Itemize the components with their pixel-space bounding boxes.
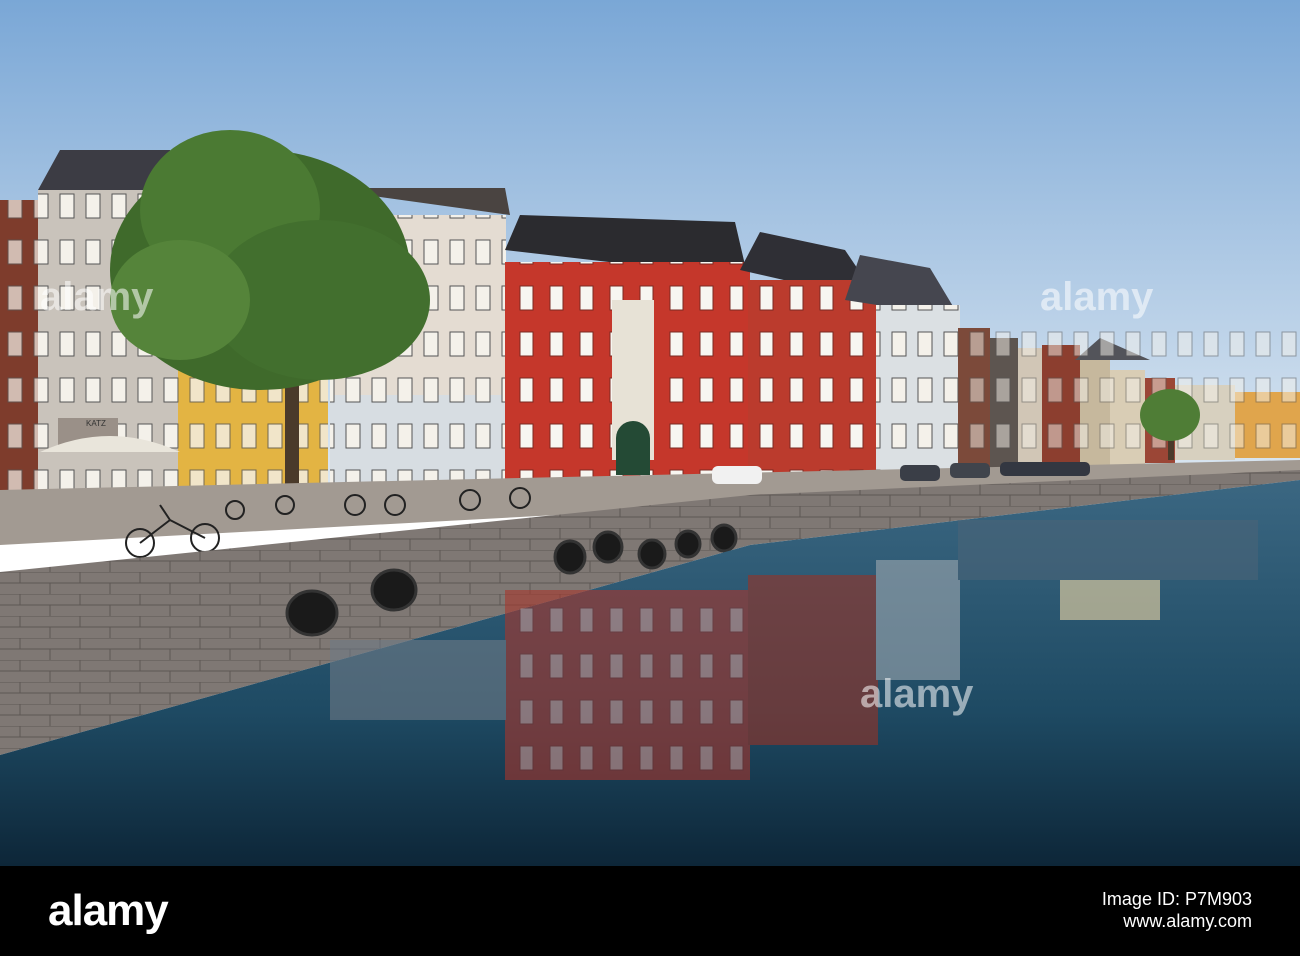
shop-sign: KATZ	[86, 419, 106, 428]
image-id: Image ID: P7M903	[1101, 889, 1252, 909]
footer-strip: alamy Image ID: P7M903 www.alamy.com	[0, 866, 1300, 956]
alamy-logo: alamy	[48, 886, 169, 935]
photo: KATZ alamy alamy alamy	[0, 0, 1300, 866]
image-id-block: Image ID: P7M903 www.alamy.com	[1102, 888, 1252, 932]
watermark: alamy	[1040, 275, 1154, 319]
watermark: alamy	[40, 275, 154, 319]
site-url: www.alamy.com	[1123, 911, 1252, 931]
canal-scene: KATZ	[0, 0, 1300, 866]
watermark: alamy	[860, 672, 974, 716]
